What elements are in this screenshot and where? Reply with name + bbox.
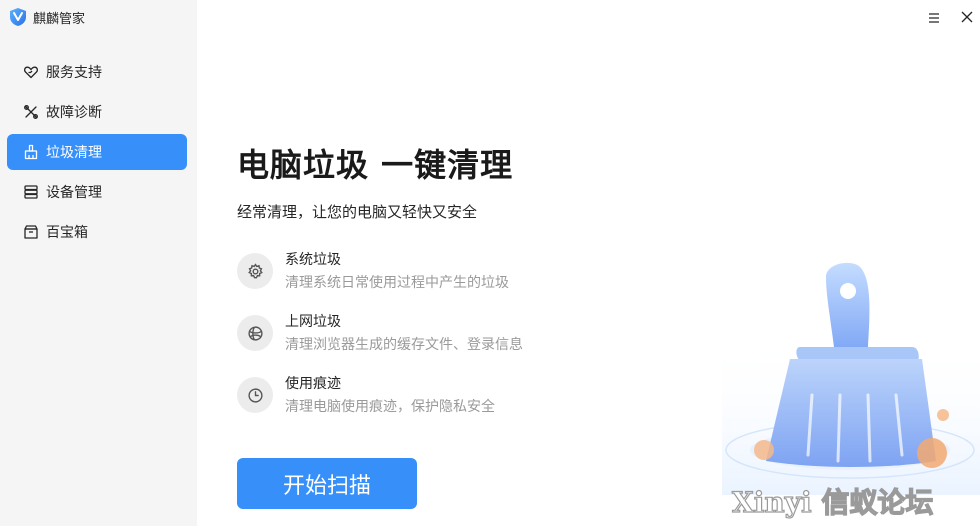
globe-icon: [237, 315, 273, 351]
watermark-text: Xinyi 信蚁论坛: [732, 486, 933, 519]
feature-text: 系统垃圾 清理系统日常使用过程中产生的垃圾: [285, 250, 509, 293]
sidebar-item-label: 设备管理: [46, 185, 102, 201]
sidebar-item-junk-cleanup[interactable]: 垃圾清理: [7, 134, 187, 170]
broom-illustration: [722, 262, 980, 495]
hamburger-menu-icon[interactable]: [926, 10, 942, 26]
feature-desc: 清理浏览器生成的缓存文件、登录信息: [285, 337, 523, 353]
feature-text: 上网垃圾 清理浏览器生成的缓存文件、登录信息: [285, 312, 523, 355]
close-icon[interactable]: [960, 10, 974, 24]
feature-desc: 清理电脑使用痕迹，保护隐私安全: [285, 399, 495, 415]
tools-icon: [23, 104, 39, 120]
start-scan-button[interactable]: 开始扫描: [237, 458, 417, 509]
watermark: Xinyi 信蚁论坛: [730, 480, 980, 524]
feature-title: 使用痕迹: [285, 376, 341, 392]
page-title: 电脑垃圾 一键清理: [237, 146, 514, 184]
gear-icon: [237, 253, 273, 289]
sidebar-item-label: 故障诊断: [46, 105, 102, 121]
sidebar-item-service-support[interactable]: 服务支持: [7, 54, 187, 90]
sidebar-item-label: 垃圾清理: [46, 145, 102, 161]
heart-hand-icon: [23, 64, 39, 80]
device-stack-icon: [23, 184, 39, 200]
sidebar-item-device-management[interactable]: 设备管理: [7, 174, 187, 210]
clock-icon: [237, 377, 273, 413]
sidebar-item-toolbox[interactable]: 百宝箱: [7, 214, 187, 250]
feature-system-junk: 系统垃圾 清理系统日常使用过程中产生的垃圾: [237, 250, 509, 293]
app-header: 麒麟管家: [8, 6, 85, 28]
toolbox-icon: [23, 224, 39, 240]
sidebar-nav: 服务支持 故障诊断 垃圾清理 设备管理 百宝箱: [7, 54, 187, 254]
sidebar-item-label: 百宝箱: [46, 225, 88, 241]
kylin-logo-icon: [10, 8, 26, 26]
feature-title: 上网垃圾: [285, 314, 341, 330]
feature-web-junk: 上网垃圾 清理浏览器生成的缓存文件、登录信息: [237, 312, 523, 355]
sidebar: 麒麟管家 服务支持 故障诊断 垃圾清理 设备管理 百宝箱: [0, 0, 197, 526]
feature-usage-traces: 使用痕迹 清理电脑使用痕迹，保护隐私安全: [237, 374, 495, 417]
feature-title: 系统垃圾: [285, 252, 341, 268]
page-subtitle: 经常清理，让您的电脑又轻快又安全: [237, 203, 478, 221]
sidebar-item-label: 服务支持: [46, 65, 102, 81]
broom-icon: [23, 144, 39, 160]
feature-text: 使用痕迹 清理电脑使用痕迹，保护隐私安全: [285, 374, 495, 417]
sidebar-item-diagnosis[interactable]: 故障诊断: [7, 94, 187, 130]
app-title: 麒麟管家: [33, 11, 86, 27]
feature-desc: 清理系统日常使用过程中产生的垃圾: [285, 275, 509, 291]
